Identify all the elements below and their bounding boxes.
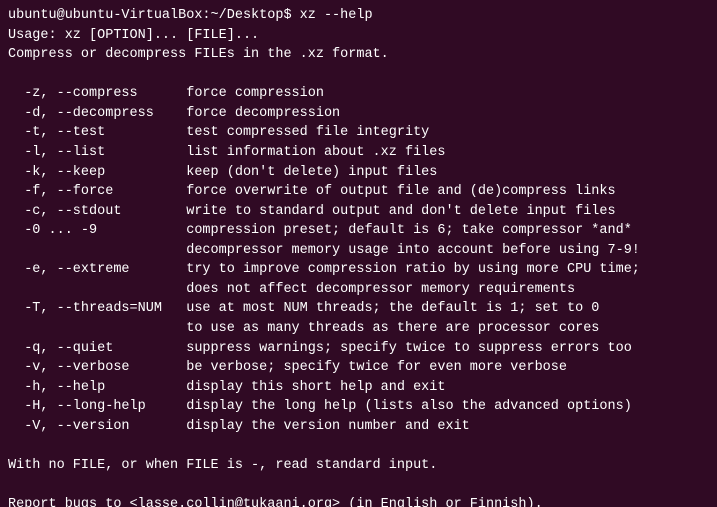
terminal-line-17: -q, --quiet suppress warnings; specify t…: [8, 341, 632, 356]
terminal-line-1: Usage: xz [OPTION]... [FILE]...: [8, 28, 259, 43]
terminal-line-21: -V, --version display the version number…: [8, 419, 470, 434]
terminal-line-10: -c, --stdout write to standard output an…: [8, 204, 616, 219]
terminal-line-6: -t, --test test compressed file integrit…: [8, 125, 429, 140]
terminal-line-16: to use as many threads as there are proc…: [8, 321, 599, 336]
terminal-line-0: ubuntu@ubuntu-VirtualBox:~/Desktop$ xz -…: [8, 8, 373, 23]
terminal-line-2: Compress or decompress FILEs in the .xz …: [8, 47, 389, 62]
terminal-line-18: -v, --verbose be verbose; specify twice …: [8, 360, 567, 375]
terminal-line-4: -z, --compress force compression: [8, 86, 324, 101]
terminal-line-20: -H, --long-help display the long help (l…: [8, 399, 632, 414]
terminal-line-9: -f, --force force overwrite of output fi…: [8, 184, 616, 199]
terminal-line-8: -k, --keep keep (don't delete) input fil…: [8, 165, 437, 180]
terminal-line-13: -e, --extreme try to improve compression…: [8, 262, 640, 277]
terminal-line-7: -l, --list list information about .xz fi…: [8, 145, 445, 160]
terminal-line-23: With no FILE, or when FILE is -, read st…: [8, 458, 437, 473]
terminal-line-12: decompressor memory usage into account b…: [8, 243, 640, 258]
terminal-line-5: -d, --decompress force decompression: [8, 106, 340, 121]
terminal-line-25: Report bugs to <lasse.collin@tukaani.org…: [8, 497, 543, 507]
terminal-line-15: -T, --threads=NUM use at most NUM thread…: [8, 301, 599, 316]
terminal-line-14: does not affect decompressor memory requ…: [8, 282, 575, 297]
terminal-line-19: -h, --help display this short help and e…: [8, 380, 445, 395]
terminal-line-11: -0 ... -9 compression preset; default is…: [8, 223, 632, 238]
terminal-window[interactable]: ubuntu@ubuntu-VirtualBox:~/Desktop$ xz -…: [0, 0, 717, 507]
